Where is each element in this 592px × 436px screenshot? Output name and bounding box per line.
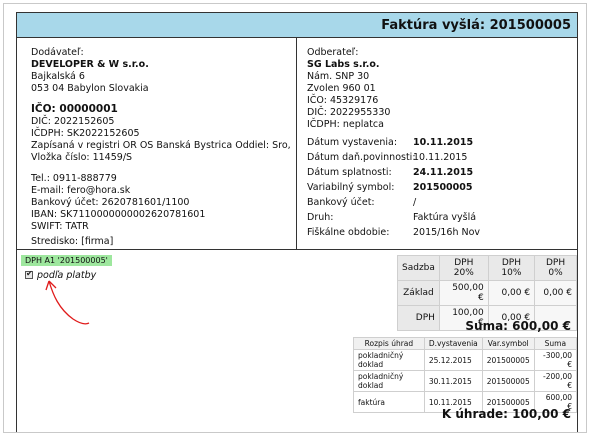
payment-date: 25.12.2015 <box>423 349 483 371</box>
customer-city: Zvolen 960 01 <box>307 83 376 94</box>
customer-icdph: IČDPH: neplatca <box>307 119 384 130</box>
detail-label: Fiškálne obdobie: <box>307 227 390 238</box>
payment-doc-type: pokladničný doklad <box>353 349 425 371</box>
customer-heading: Odberateľ: <box>307 47 359 58</box>
payments-header-cell: D.vystavenia <box>423 337 483 350</box>
customer-name: SG Labs s.r.o. <box>307 59 380 70</box>
detail-label: Dátum splatnosti: <box>307 167 392 178</box>
detail-label: Variabilný symbol: <box>307 182 395 193</box>
vat-table-header: Sadzba DPH 20% DPH 10% DPH 0% <box>397 255 577 281</box>
detail-value: Faktúra vyšlá <box>413 212 477 223</box>
screenshot-frame: Faktúra vyšlá: 201500005 Dodávateľ: DEVE… <box>3 3 587 433</box>
payments-table: Rozpis úhrad D.vystavenia Var.symbol Sum… <box>353 337 578 413</box>
vat-header-cell: DPH 10% <box>487 255 536 281</box>
vat-row-label: DPH <box>397 305 440 331</box>
supplier-block: Dodávateľ: DEVELOPER & W s.r.o. Bajkalsk… <box>17 38 297 250</box>
supplier-street: Bajkalská 6 <box>31 71 85 82</box>
vat-table-row-base: Základ 500,00 € 0,00 € 0,00 € <box>397 280 577 306</box>
supplier-ico: IČO: 00000001 <box>31 103 118 115</box>
supplier-register-line-1: Zapísaná v registri OR OS Banská Bystric… <box>31 140 291 151</box>
detail-value: 10.11.2015 <box>413 152 468 163</box>
detail-value: 2015/16h Nov <box>413 227 481 238</box>
supplier-bank-account: Bankový účet: 2620781601/1100 <box>31 197 190 208</box>
payment-var-symbol: 201500005 <box>481 349 535 371</box>
payment-var-symbol: 201500005 <box>481 370 535 392</box>
invoice-title-bar: Faktúra vyšlá: 201500005 <box>17 13 577 38</box>
vat-header-cell: DPH 0% <box>534 255 577 281</box>
vat-cell: 0,00 € <box>534 280 577 306</box>
invoice: Faktúra vyšlá: 201500005 Dodávateľ: DEVE… <box>16 12 578 432</box>
detail-label: Dátum daň.povinnosti: <box>307 152 416 163</box>
customer-street: Nám. SNP 30 <box>307 71 370 82</box>
payment-amount: -200,00 € <box>533 370 578 392</box>
supplier-heading: Dodávateľ: <box>31 47 84 58</box>
vat-header-cell: DPH 20% <box>438 255 489 281</box>
invoice-title: Faktúra vyšlá: 201500005 <box>381 18 571 33</box>
detail-label: Bankový účet: <box>307 197 375 208</box>
payments-header-cell: Suma <box>533 337 578 350</box>
vat-by-payment-checkbox[interactable] <box>25 269 33 279</box>
detail-value: 10.11.2015 <box>413 137 474 148</box>
supplier-email: E-mail: fero@hora.sk <box>31 185 131 196</box>
payments-table-header: Rozpis úhrad D.vystavenia Var.symbol Sum… <box>353 337 578 350</box>
customer-ico: IČO: 45329176 <box>307 95 379 106</box>
supplier-cost-center: Stredisko: [firma] <box>31 236 114 247</box>
detail-value: 201500005 <box>413 182 473 193</box>
payments-header-cell: Var.symbol <box>481 337 535 350</box>
total-sum: Suma: 600,00 € <box>465 319 571 333</box>
detail-value: / <box>413 197 417 208</box>
customer-block: Odberateľ: SG Labs s.r.o. Nám. SNP 30 Zv… <box>297 38 577 250</box>
detail-label: Dátum vystavenia: <box>307 137 398 148</box>
vat-cell: 500,00 € <box>438 280 489 306</box>
supplier-icdph: IČDPH: SK2022152605 <box>31 128 140 139</box>
annotation-arrow-icon <box>45 280 90 325</box>
supplier-name: DEVELOPER & W s.r.o. <box>31 59 149 70</box>
vat-header-cell: Sadzba <box>397 255 440 281</box>
payment-amount: -300,00 € <box>533 349 578 371</box>
supplier-register-line-2: Vložka číslo: 11459/S <box>31 152 133 163</box>
supplier-iban: IBAN: SK7110000000002620781601 <box>31 209 206 220</box>
table-row: pokladničný doklad 30.11.2015 201500005 … <box>353 370 578 392</box>
supplier-dic: DIČ: 2022152605 <box>31 116 115 127</box>
supplier-city: 053 04 Babylon Slovakia <box>31 83 149 94</box>
payments-header-cell: Rozpis úhrad <box>353 337 425 350</box>
payment-doc-type: faktúra <box>353 391 425 413</box>
payment-date: 30.11.2015 <box>423 370 483 392</box>
customer-dic: DIČ: 2022955330 <box>307 107 391 118</box>
payment-doc-type: pokladničný doklad <box>353 370 425 392</box>
supplier-swift: SWIFT: TATR <box>31 221 89 232</box>
detail-label: Druh: <box>307 212 334 223</box>
detail-value: 24.11.2015 <box>413 167 474 178</box>
amount-due: K úhrade: 100,00 € <box>441 407 571 421</box>
vat-row-label: Základ <box>397 280 440 306</box>
vat-cell: 0,00 € <box>487 280 536 306</box>
table-row: pokladničný doklad 25.12.2015 201500005 … <box>353 349 578 371</box>
vat-badge: DPH A1 '201500005' <box>21 255 112 266</box>
supplier-phone: Tel.: 0911-888779 <box>31 173 117 184</box>
